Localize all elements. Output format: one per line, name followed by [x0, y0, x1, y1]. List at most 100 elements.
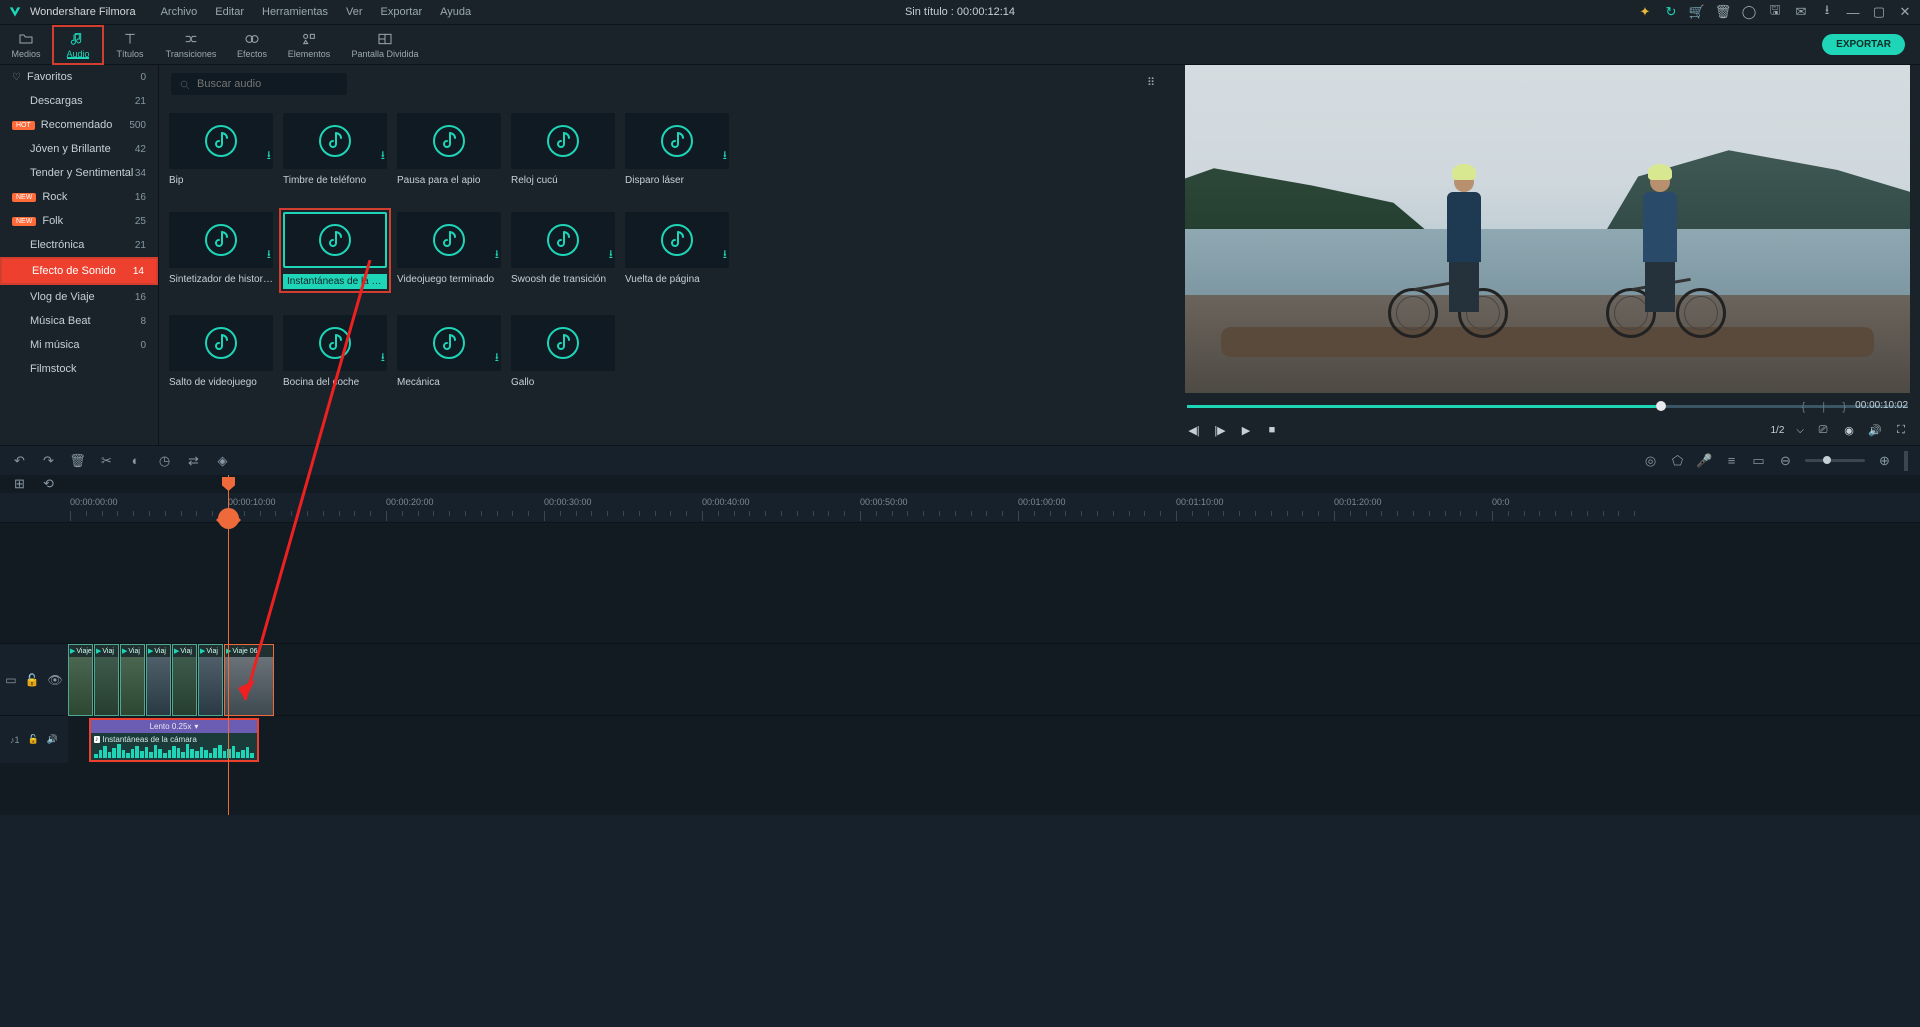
- download-icon[interactable]: ⭳: [609, 245, 613, 266]
- stop-button[interactable]: ■: [1265, 423, 1279, 437]
- export-button[interactable]: EXPORTAR: [1822, 34, 1905, 55]
- redo-button[interactable]: ↷: [41, 453, 56, 468]
- video-track[interactable]: ▭ 🔓 👁 ▶Viaje▶Viaj▶Viaj▶Viaj▶Viaj▶Viaj▶Vi…: [0, 643, 1920, 715]
- audio-item[interactable]: ⭳Mecánica: [397, 315, 501, 388]
- audio-item[interactable]: ⭳Videojuego terminado: [397, 212, 501, 289]
- refresh-icon[interactable]: ↻: [1664, 5, 1678, 19]
- download-icon[interactable]: ⭳: [381, 348, 385, 369]
- prev-frame-button[interactable]: ◀|: [1187, 423, 1201, 437]
- adjust-button[interactable]: ⇄: [186, 453, 201, 468]
- gift-icon[interactable]: 🗑: [1716, 5, 1730, 19]
- track-add-icon[interactable]: ⊞: [12, 477, 27, 492]
- audio-item[interactable]: ⭳Timbre de teléfono: [283, 113, 387, 186]
- menu-editar[interactable]: Editar: [215, 6, 244, 18]
- minimize-icon[interactable]: —: [1846, 5, 1860, 19]
- sidebar-item-folk[interactable]: NewFolk 25: [0, 209, 158, 233]
- fullscreen-icon[interactable]: ⛶: [1894, 423, 1908, 437]
- download-icon[interactable]: ⭳: [723, 146, 727, 167]
- audio-item[interactable]: ⭳Swoosh de transición: [511, 212, 615, 289]
- delete-button[interactable]: 🗑: [70, 453, 85, 468]
- audio-clip[interactable]: Lento 0.25x▾ ♪Instantáneas de la cámara: [89, 718, 259, 762]
- sidebar-item-electronica[interactable]: Electrónica 21: [0, 233, 158, 257]
- sidebar-item-tender[interactable]: Tender y Sentimental 34: [0, 161, 158, 185]
- audio-track[interactable]: ♪1 🔓 🔊 Lento 0.25x▾ ♪Instantáneas de la …: [0, 715, 1920, 763]
- cart-icon[interactable]: 🛒: [1690, 5, 1704, 19]
- maximize-icon[interactable]: ▢: [1872, 5, 1886, 19]
- crop-button[interactable]: ◐: [128, 453, 143, 468]
- audio-item[interactable]: Reloj cucú: [511, 113, 615, 186]
- split-button[interactable]: ✂: [99, 453, 114, 468]
- zoom-slider[interactable]: [1805, 459, 1865, 462]
- sidebar-item-favoritos[interactable]: ♡Favoritos 0: [0, 65, 158, 89]
- download-icon[interactable]: ⭳: [495, 245, 499, 266]
- eye-icon[interactable]: 👁: [48, 673, 63, 687]
- volume-icon[interactable]: 🔊: [1868, 423, 1882, 437]
- lightbulb-icon[interactable]: ✦: [1638, 5, 1652, 19]
- tab-elementos[interactable]: Elementos: [278, 25, 340, 65]
- sidebar-item-descargas[interactable]: Descargas 21: [0, 89, 158, 113]
- tab-titulos[interactable]: Títulos: [104, 25, 156, 65]
- mixer-icon[interactable]: ≡: [1724, 453, 1739, 468]
- mic-icon[interactable]: 🎤: [1697, 453, 1712, 468]
- save-icon[interactable]: 🖫: [1768, 5, 1782, 19]
- menu-archivo[interactable]: Archivo: [161, 6, 198, 18]
- tab-audio[interactable]: Audio: [52, 25, 104, 65]
- search-input[interactable]: [171, 73, 347, 95]
- zoom-out-button[interactable]: ⊖: [1778, 453, 1793, 468]
- sidebar-item-recomendado[interactable]: HOTRecomendado 500: [0, 113, 158, 137]
- audio-item[interactable]: Instantáneas de la cá…: [283, 212, 387, 289]
- timeline-ruler[interactable]: 00:00:00:0000:00:10:0000:00:20:0000:00:3…: [0, 493, 1920, 523]
- undo-button[interactable]: ↶: [12, 453, 27, 468]
- lock-icon[interactable]: 🔓: [28, 734, 39, 745]
- tab-medios[interactable]: Medios: [0, 25, 52, 65]
- keyframe-button[interactable]: ◈: [215, 453, 230, 468]
- timeline-clip[interactable]: ▶Viaj: [198, 644, 223, 716]
- sidebar-item-rock[interactable]: NewRock 16: [0, 185, 158, 209]
- timeline-clip[interactable]: ▶Viaj: [120, 644, 145, 716]
- speed-button[interactable]: ◷: [157, 453, 172, 468]
- timeline-clip[interactable]: ▶Viaj: [172, 644, 197, 716]
- zoom-in-button[interactable]: ⊕: [1877, 453, 1892, 468]
- timeline-clip[interactable]: ▶Viaje 06: [224, 644, 274, 716]
- user-icon[interactable]: ◯: [1742, 5, 1756, 19]
- download-icon[interactable]: ⭳: [267, 146, 271, 167]
- mute-icon[interactable]: 🔊: [47, 734, 58, 745]
- display-icon[interactable]: ⎚: [1816, 423, 1830, 437]
- playhead[interactable]: [228, 475, 229, 815]
- grid-view-icon[interactable]: ⠿: [1147, 76, 1163, 92]
- sidebar-item-mi-musica[interactable]: Mi música 0: [0, 333, 158, 357]
- audio-item[interactable]: Pausa para el apio: [397, 113, 501, 186]
- marker2-icon[interactable]: ⬠: [1670, 453, 1685, 468]
- download-icon[interactable]: ⭳: [1820, 5, 1834, 19]
- chevron-down-icon[interactable]: ⌵: [1796, 425, 1804, 436]
- menu-ayuda[interactable]: Ayuda: [440, 6, 471, 18]
- timeline-clip[interactable]: ▶Viaj: [146, 644, 171, 716]
- preview-video[interactable]: [1185, 65, 1910, 393]
- tab-efectos[interactable]: Efectos: [226, 25, 278, 65]
- lock-icon[interactable]: 🔓: [25, 673, 40, 687]
- audio-item[interactable]: ⭳Vuelta de página: [625, 212, 729, 289]
- menu-ver[interactable]: Ver: [346, 6, 363, 18]
- menu-exportar[interactable]: Exportar: [381, 6, 423, 18]
- playhead-scissors-icon[interactable]: [218, 508, 239, 529]
- zoom-ratio[interactable]: 1/2: [1771, 425, 1785, 436]
- timeline-clip[interactable]: ▶Viaje: [68, 644, 93, 716]
- audio-item[interactable]: Gallo: [511, 315, 615, 388]
- snapshot-icon[interactable]: ◉: [1842, 423, 1856, 437]
- sidebar-item-joven[interactable]: Jóven y Brillante 42: [0, 137, 158, 161]
- tab-pantalla-dividida[interactable]: Pantalla Dividida: [340, 25, 430, 65]
- preview-scrubber[interactable]: { | } 00:00:10:02: [1187, 399, 1908, 415]
- audio-item[interactable]: ⭳Bip: [169, 113, 273, 186]
- tab-transiciones[interactable]: Transiciones: [156, 25, 226, 65]
- audio-item[interactable]: ⭳Sintetizador de histor…: [169, 212, 273, 289]
- next-frame-button[interactable]: |▶: [1213, 423, 1227, 437]
- download-icon[interactable]: ⭳: [495, 348, 499, 369]
- sidebar-item-filmstock[interactable]: Filmstock: [0, 357, 158, 381]
- audio-item[interactable]: Salto de videojuego: [169, 315, 273, 388]
- audio-item[interactable]: ⭳Disparo láser: [625, 113, 729, 186]
- sidebar-item-vlog[interactable]: Vlog de Viaje 16: [0, 285, 158, 309]
- marker1-icon[interactable]: ◎: [1643, 453, 1658, 468]
- sidebar-item-efecto-sonido[interactable]: Efecto de Sonido 14: [2, 259, 156, 283]
- auto-ripple-icon[interactable]: ⟲: [41, 477, 56, 492]
- marker3-icon[interactable]: ▭: [1751, 453, 1766, 468]
